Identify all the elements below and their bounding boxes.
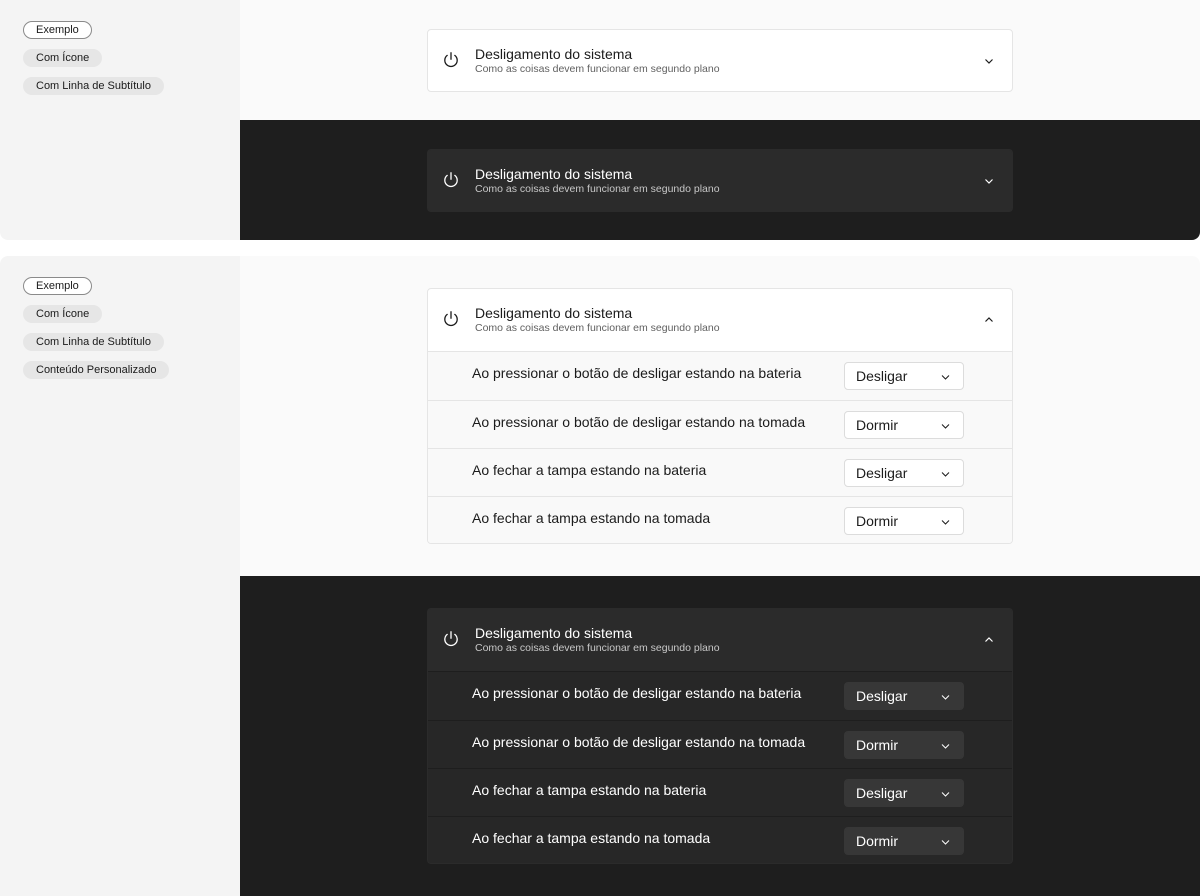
expander-content: Ao pressionar o botão de desligar estand…	[428, 351, 1012, 543]
section-collapsed: Exemplo Com Ícone Com Linha de Subtítulo…	[0, 0, 1200, 240]
chevron-down-icon	[941, 840, 950, 845]
section-expanded: Exemplo Com Ícone Com Linha de Subtítulo…	[0, 256, 1200, 896]
action-dropdown[interactable]: Desligar	[844, 779, 964, 807]
expander-title: Desligamento do sistema	[475, 625, 633, 641]
expander-title: Desligamento do sistema	[475, 166, 633, 182]
chevron-up-icon[interactable]	[984, 315, 994, 325]
chip-com-linha-de-subtitulo[interactable]: Com Linha de Subtítulo	[23, 333, 164, 351]
setting-label: Ao fechar a tampa estando na bateria	[472, 462, 707, 478]
setting-label: Ao fechar a tampa estando na bateria	[472, 782, 707, 798]
chip-exemplo[interactable]: Exemplo	[23, 21, 92, 39]
expander-header[interactable]: Desligamento do sistema Como as coisas d…	[428, 289, 1012, 351]
chevron-down-icon	[941, 520, 950, 525]
action-dropdown[interactable]: Desligar	[844, 362, 964, 390]
chevron-down-icon[interactable]	[984, 176, 994, 186]
dropdown-value: Desligar	[856, 688, 908, 704]
expander-content: Ao pressionar o botão de desligar estand…	[428, 671, 1012, 863]
action-dropdown[interactable]: Dormir	[844, 411, 964, 439]
expander-header[interactable]: Desligamento do sistema Como as coisas d…	[428, 30, 1012, 91]
power-icon	[444, 172, 458, 188]
expander-subtitle: Como as coisas devem funcionar em segund…	[475, 63, 720, 75]
dropdown-value: Desligar	[856, 785, 908, 801]
dropdown-value: Desligar	[856, 465, 908, 481]
action-dropdown[interactable]: Desligar	[844, 682, 964, 710]
expander-header[interactable]: Desligamento do sistema Como as coisas d…	[428, 150, 1012, 211]
action-dropdown[interactable]: Dormir	[844, 507, 964, 535]
expander-header[interactable]: Desligamento do sistema Como as coisas d…	[428, 609, 1012, 671]
setting-row: Ao fechar a tampa estando na tomada Dorm…	[428, 816, 1012, 863]
setting-label: Ao pressionar o botão de desligar estand…	[472, 365, 802, 381]
chip-conteudo-personalizado[interactable]: Conteúdo Personalizado	[23, 361, 170, 379]
variant-sidebar: Exemplo Com Ícone Com Linha de Subtítulo…	[0, 256, 240, 896]
chevron-down-icon	[941, 695, 950, 700]
setting-label: Ao pressionar o botão de desligar estand…	[472, 734, 806, 750]
expander[interactable]: Desligamento do sistema Como as coisas d…	[427, 608, 1013, 864]
variant-sidebar: Exemplo Com Ícone Com Linha de Subtítulo	[0, 0, 240, 240]
expander-subtitle: Como as coisas devem funcionar em segund…	[475, 322, 720, 334]
setting-row: Ao fechar a tampa estando na bateria Des…	[428, 768, 1012, 816]
chip-com-linha-de-subtitulo[interactable]: Com Linha de Subtítulo	[23, 77, 164, 95]
dark-preview: Desligamento do sistema Como as coisas d…	[240, 120, 1200, 240]
setting-label: Ao fechar a tampa estando na tomada	[472, 830, 711, 846]
setting-row: Ao pressionar o botão de desligar estand…	[428, 672, 1012, 720]
chip-exemplo[interactable]: Exemplo	[23, 277, 92, 295]
dropdown-value: Dormir	[856, 417, 898, 433]
action-dropdown[interactable]: Dormir	[844, 731, 964, 759]
chevron-down-icon	[941, 744, 950, 749]
chevron-down-icon	[941, 424, 950, 429]
light-preview: Desligamento do sistema Como as coisas d…	[240, 0, 1200, 120]
expander-title: Desligamento do sistema	[475, 46, 633, 62]
expander-subtitle: Como as coisas devem funcionar em segund…	[475, 183, 720, 195]
dropdown-value: Dormir	[856, 737, 898, 753]
setting-row: Ao pressionar o botão de desligar estand…	[428, 720, 1012, 768]
chevron-up-icon[interactable]	[984, 635, 994, 645]
chevron-down-icon	[941, 375, 950, 380]
setting-row: Ao pressionar o botão de desligar estand…	[428, 400, 1012, 448]
action-dropdown[interactable]: Desligar	[844, 459, 964, 487]
setting-label: Ao pressionar o botão de desligar estand…	[472, 685, 802, 701]
chip-com-icone[interactable]: Com Ícone	[23, 305, 103, 323]
power-icon	[444, 52, 458, 68]
expander[interactable]: Desligamento do sistema Como as coisas d…	[427, 29, 1013, 92]
dropdown-value: Dormir	[856, 513, 898, 529]
dropdown-value: Dormir	[856, 833, 898, 849]
light-preview: Desligamento do sistema Como as coisas d…	[240, 256, 1200, 576]
expander-title: Desligamento do sistema	[475, 305, 633, 321]
setting-label: Ao pressionar o botão de desligar estand…	[472, 414, 806, 430]
expander[interactable]: Desligamento do sistema Como as coisas d…	[427, 288, 1013, 544]
expander-subtitle: Como as coisas devem funcionar em segund…	[475, 642, 720, 654]
chevron-down-icon	[941, 472, 950, 477]
setting-row: Ao fechar a tampa estando na tomada Dorm…	[428, 496, 1012, 543]
chevron-down-icon[interactable]	[984, 56, 994, 66]
power-icon	[444, 311, 458, 327]
setting-label: Ao fechar a tampa estando na tomada	[472, 510, 711, 526]
dark-preview: Desligamento do sistema Como as coisas d…	[240, 576, 1200, 896]
chevron-down-icon	[941, 792, 950, 797]
expander[interactable]: Desligamento do sistema Como as coisas d…	[427, 149, 1013, 212]
setting-row: Ao fechar a tampa estando na bateria Des…	[428, 448, 1012, 496]
dropdown-value: Desligar	[856, 368, 908, 384]
action-dropdown[interactable]: Dormir	[844, 827, 964, 855]
power-icon	[444, 631, 458, 647]
chip-com-icone[interactable]: Com Ícone	[23, 49, 103, 67]
setting-row: Ao pressionar o botão de desligar estand…	[428, 352, 1012, 400]
